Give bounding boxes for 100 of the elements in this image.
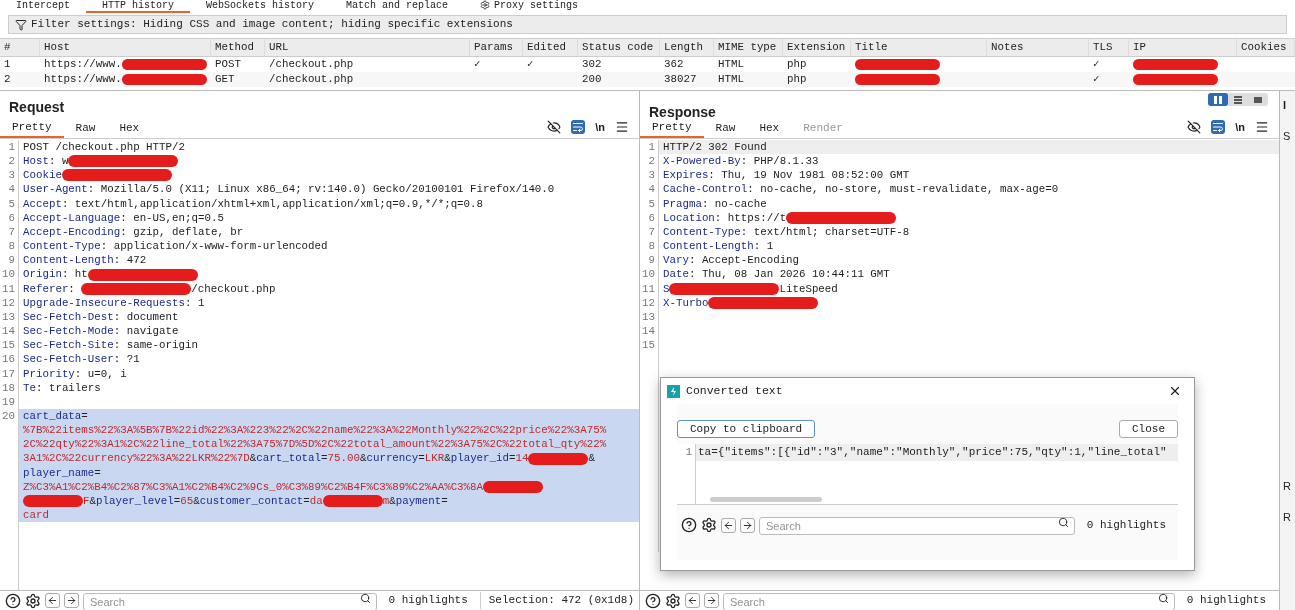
line-number: 7 xyxy=(640,224,659,240)
column-header[interactable]: Host xyxy=(40,39,211,56)
header-name: Priority xyxy=(23,367,75,380)
table-cell: https://www. xyxy=(44,57,122,72)
column-header[interactable]: Status code xyxy=(578,39,660,56)
editor-tab[interactable]: Hex xyxy=(107,118,152,138)
column-header[interactable]: MIME type xyxy=(714,39,783,56)
line-number: 6 xyxy=(640,210,659,225)
code-text: : en-US,en;q=0.5 xyxy=(120,211,224,224)
proxy-tab[interactable]: Intercept xyxy=(0,0,86,13)
proxy-tab[interactable]: HTTP history xyxy=(86,0,191,13)
column-header[interactable]: Length xyxy=(660,39,714,56)
code-text: : navigate xyxy=(113,325,179,338)
column-header[interactable]: Method xyxy=(211,39,265,56)
header-name: Content-Type xyxy=(23,240,101,253)
code-text: POST /checkout.php HTTP/2 xyxy=(23,141,185,153)
newline-toggle[interactable]: \n xyxy=(1235,118,1245,135)
table-cell: HTML xyxy=(718,72,744,87)
search-field[interactable]: Search xyxy=(83,592,377,610)
code-text: & xyxy=(444,452,451,465)
highlights-count: 0 highlights xyxy=(1185,593,1267,609)
line-number: 5 xyxy=(640,196,659,211)
layout-toggle[interactable] xyxy=(1208,93,1228,106)
column-header[interactable]: IP xyxy=(1129,39,1237,56)
table-cell: POST xyxy=(215,57,241,72)
redaction-mark xyxy=(483,480,544,493)
line-number: 13 xyxy=(640,309,659,325)
column-header[interactable]: Title xyxy=(851,39,987,56)
settings-icon[interactable] xyxy=(701,517,717,533)
proxy-tab[interactable]: WebSockets history xyxy=(190,0,331,13)
help-icon[interactable] xyxy=(645,592,661,609)
inspector-item[interactable]: R xyxy=(1283,478,1295,495)
line-number: 19 xyxy=(0,394,19,409)
menu-icon[interactable] xyxy=(615,119,629,134)
header-name: Content-Length xyxy=(663,240,754,253)
column-header[interactable]: Cookies xyxy=(1237,39,1295,56)
code-text: : Thu, 08 Jan 2026 10:44:11 GMT xyxy=(688,268,890,281)
copy-button[interactable]: Copy to clipboard xyxy=(677,420,816,438)
settings-icon[interactable] xyxy=(25,592,41,609)
table-cell: ✓ xyxy=(1093,72,1100,87)
param-value: 2C%22qty%22%3A1%2C%22line_total%22%3A75%7D%5D%2C%22total_amount%22%3A75%2C%22total_qty%22% xyxy=(23,438,607,451)
help-icon[interactable] xyxy=(681,517,697,533)
code-text: : gzip, deflate, br xyxy=(120,225,244,238)
line-number: 12 xyxy=(640,295,659,310)
editor-tab[interactable]: Raw xyxy=(63,118,108,138)
column-header[interactable]: URL xyxy=(265,39,470,56)
hide-icon[interactable] xyxy=(547,119,562,134)
header-name: Accept xyxy=(23,197,62,210)
hide-icon[interactable] xyxy=(1187,119,1202,134)
code-text: = xyxy=(509,452,516,465)
header-name: X-Powered-By xyxy=(663,155,741,168)
param-value: F xyxy=(83,494,90,507)
search-field[interactable]: Search xyxy=(723,592,1175,610)
editor-tab[interactable]: Pretty xyxy=(0,118,64,138)
redaction-mark xyxy=(23,495,83,508)
column-header[interactable]: Notes xyxy=(987,39,1089,56)
editor-tab[interactable]: Hex xyxy=(747,118,792,138)
help-icon[interactable] xyxy=(5,592,21,609)
code-text: : no-cache, no-store, must-revalidate, max-age=0 xyxy=(747,183,1059,196)
table-cell: 38027 xyxy=(664,72,697,87)
code-text: : 1 xyxy=(753,240,774,253)
column-header[interactable]: # xyxy=(0,39,40,56)
close-button[interactable]: Close xyxy=(1119,420,1178,438)
scrollbar[interactable] xyxy=(710,497,822,502)
code-text: & xyxy=(389,494,396,507)
menu-icon[interactable] xyxy=(1255,119,1269,134)
header-name: Expires xyxy=(663,169,709,182)
newline-toggle[interactable]: \n xyxy=(595,118,605,135)
settings-icon[interactable] xyxy=(665,592,681,609)
inspector-item[interactable]: R xyxy=(1283,508,1295,525)
code-text: : Mozilla/5.0 (X11; Linux x86_64; rv:140.0) Gecko/20100101 Firefox/140.0 xyxy=(87,183,555,196)
param-value: 14 xyxy=(515,452,529,465)
wrap-toggle[interactable] xyxy=(571,119,586,134)
column-header[interactable]: Edited xyxy=(523,39,578,56)
column-header[interactable]: TLS xyxy=(1089,39,1129,56)
search-field[interactable]: Search xyxy=(759,517,1075,535)
table-cell: 302 xyxy=(582,57,602,72)
line-number: 9 xyxy=(0,253,19,268)
code-text: : ?1 xyxy=(113,353,140,366)
line-number: 4 xyxy=(640,182,659,197)
proxy-tab[interactable]: Proxy settings xyxy=(464,0,595,13)
header-name: Origin xyxy=(23,268,62,281)
code-text: = xyxy=(173,494,181,507)
header-name: X-Turbo xyxy=(663,296,709,309)
app-icon xyxy=(667,384,680,398)
proxy-tab[interactable]: Match and replace xyxy=(330,0,465,13)
header-name: Sec-Fetch-Mode xyxy=(23,325,114,338)
column-header[interactable]: Params xyxy=(470,39,523,56)
filter-icon[interactable] xyxy=(15,18,27,31)
code-text: = xyxy=(418,452,425,465)
close-icon[interactable] xyxy=(1168,384,1182,398)
wrap-toggle[interactable] xyxy=(1211,119,1226,134)
code-text: : document xyxy=(113,310,179,323)
inspector-item[interactable]: S xyxy=(1283,127,1295,144)
columns-icon xyxy=(1213,94,1223,105)
redaction-mark xyxy=(322,495,383,508)
column-header[interactable]: Extension xyxy=(783,39,851,56)
code-text: /checkout.php xyxy=(191,282,276,295)
header-name: Vary xyxy=(663,254,689,267)
code-text: : https://t xyxy=(714,211,787,224)
